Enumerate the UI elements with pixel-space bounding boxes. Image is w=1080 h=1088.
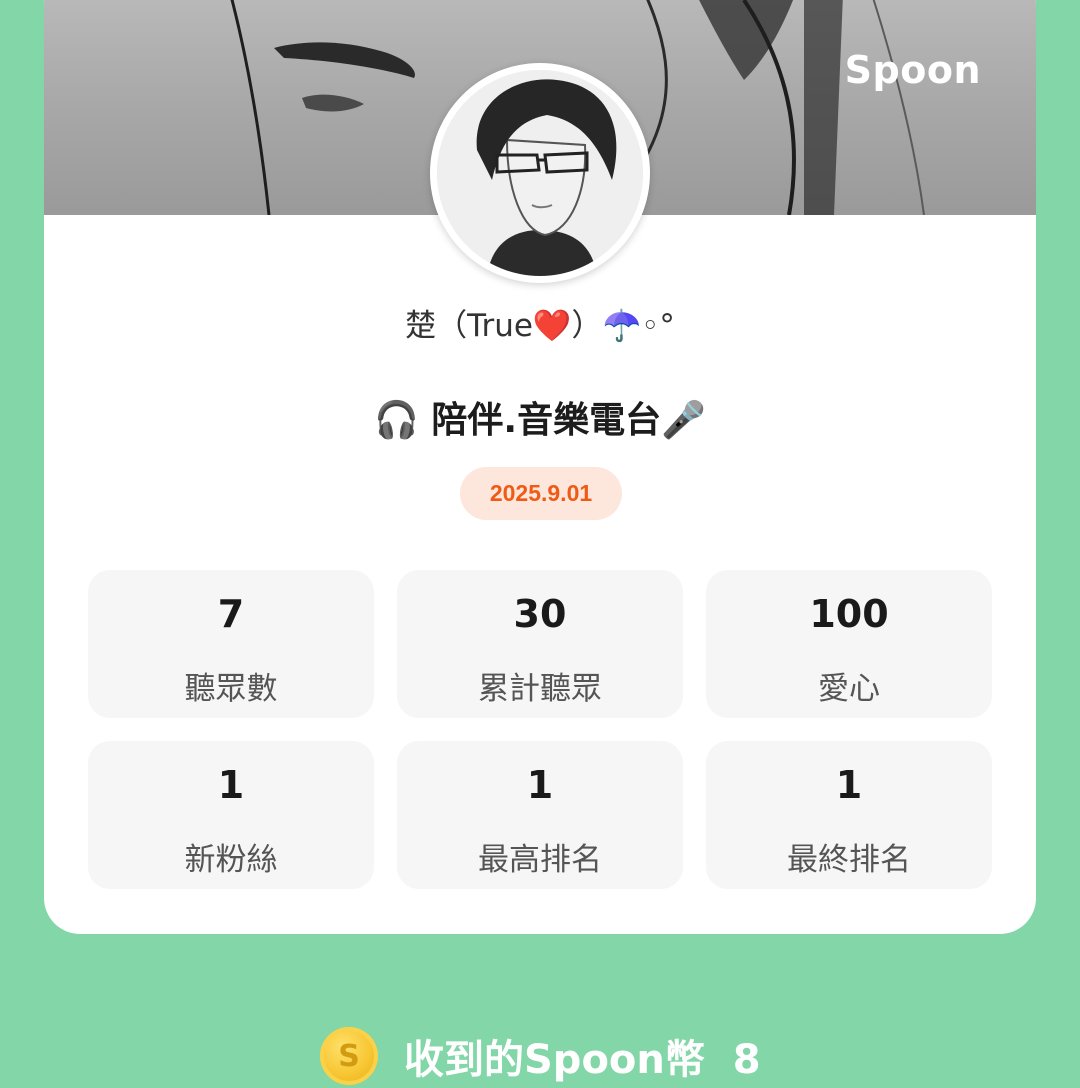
- live-title: 🎧 陪伴.音樂電台🎤: [374, 400, 706, 441]
- stat-total-listeners: 30 累計聽眾: [397, 570, 683, 718]
- stat-value: 7: [217, 592, 245, 636]
- stat-value: 30: [513, 592, 567, 636]
- avatar[interactable]: [430, 63, 650, 283]
- stat-listeners: 7 聽眾數: [88, 570, 374, 718]
- stat-highest-rank: 1 最高排名: [397, 741, 683, 889]
- stat-label: 累計聽眾: [478, 671, 602, 707]
- date-badge: 2025.9.01: [460, 467, 622, 520]
- stat-new-fans: 1 新粉絲: [88, 741, 374, 889]
- stat-value: 1: [526, 763, 554, 807]
- stat-label: 愛心: [818, 671, 880, 707]
- coins-label: 收到的Spoon幣 8: [404, 1037, 761, 1083]
- stat-likes: 100 愛心: [706, 570, 992, 718]
- spoon-logo: Spoon: [844, 48, 981, 92]
- stat-value: 1: [835, 763, 863, 807]
- avatar-image: [437, 70, 643, 276]
- summary-card: Spoon 楚（True❤️）☂️◦° 🎧 陪伴.音樂電台🎤 2025.9.01…: [44, 0, 1036, 934]
- received-coins: S 收到的Spoon幣 8: [320, 1024, 761, 1088]
- stat-value: 1: [217, 763, 245, 807]
- stat-label: 新粉絲: [184, 842, 278, 878]
- stat-label: 最高排名: [478, 842, 602, 878]
- stat-value: 100: [809, 592, 889, 636]
- spoon-coin-icon: S: [320, 1027, 378, 1085]
- stat-label: 聽眾數: [184, 671, 278, 707]
- stat-label: 最終排名: [787, 842, 911, 878]
- user-nickname: 楚（True❤️）☂️◦°: [405, 308, 675, 344]
- stat-final-rank: 1 最終排名: [706, 741, 992, 889]
